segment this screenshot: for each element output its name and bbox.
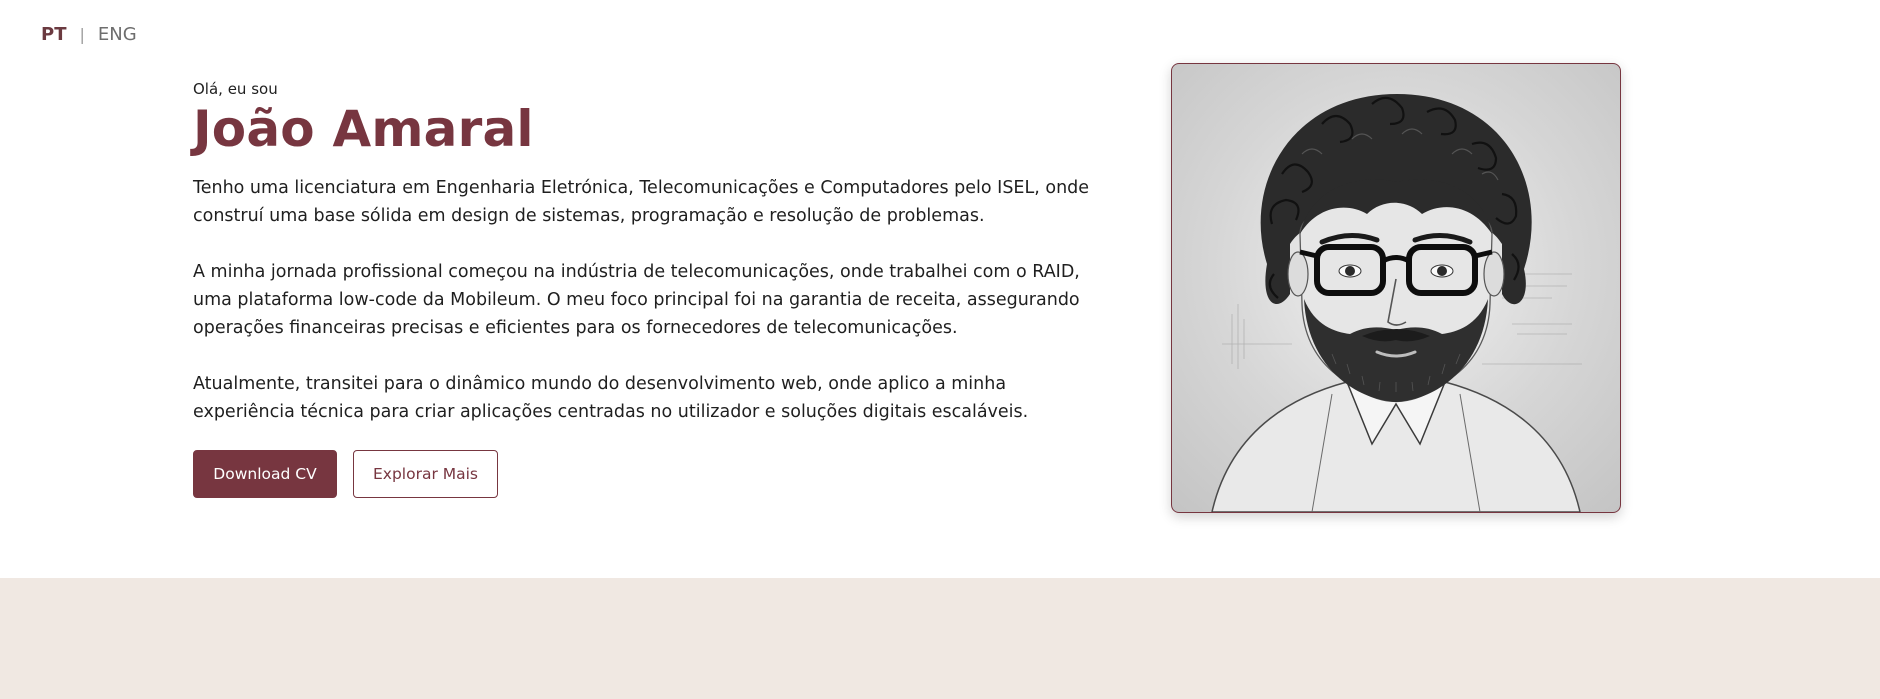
language-separator: | [79, 25, 85, 44]
bio-paragraph-education: Tenho uma licenciatura em Engenharia Ele… [193, 178, 1090, 226]
download-cv-button[interactable]: Download CV [193, 450, 337, 498]
hero-name: João Amaral [193, 100, 534, 158]
portrait-image [1171, 63, 1621, 513]
bio-paragraph-current: Atualmente, transitei para o dinâmico mu… [193, 374, 1029, 422]
language-pt-link[interactable]: PT [41, 24, 66, 45]
language-switcher: PT | ENG [41, 24, 137, 45]
next-section-band [0, 578, 1880, 699]
explore-more-button[interactable]: Explorar Mais [353, 450, 498, 498]
page: PT | ENG Olá, eu sou João Amaral Tenho u… [0, 0, 1880, 699]
portrait-illustration [1211, 94, 1582, 512]
hero-actions: Download CV Explorar Mais [193, 450, 498, 498]
hero-intro: Olá, eu sou João Amaral Tenho uma licenc… [193, 78, 1093, 454]
hero-bio: Tenho uma licenciatura em Engenharia Ele… [193, 174, 1093, 426]
language-eng-link[interactable]: ENG [98, 24, 137, 45]
bio-paragraph-career: A minha jornada profissional começou na … [193, 262, 1080, 338]
hero-greeting: Olá, eu sou [193, 80, 278, 98]
